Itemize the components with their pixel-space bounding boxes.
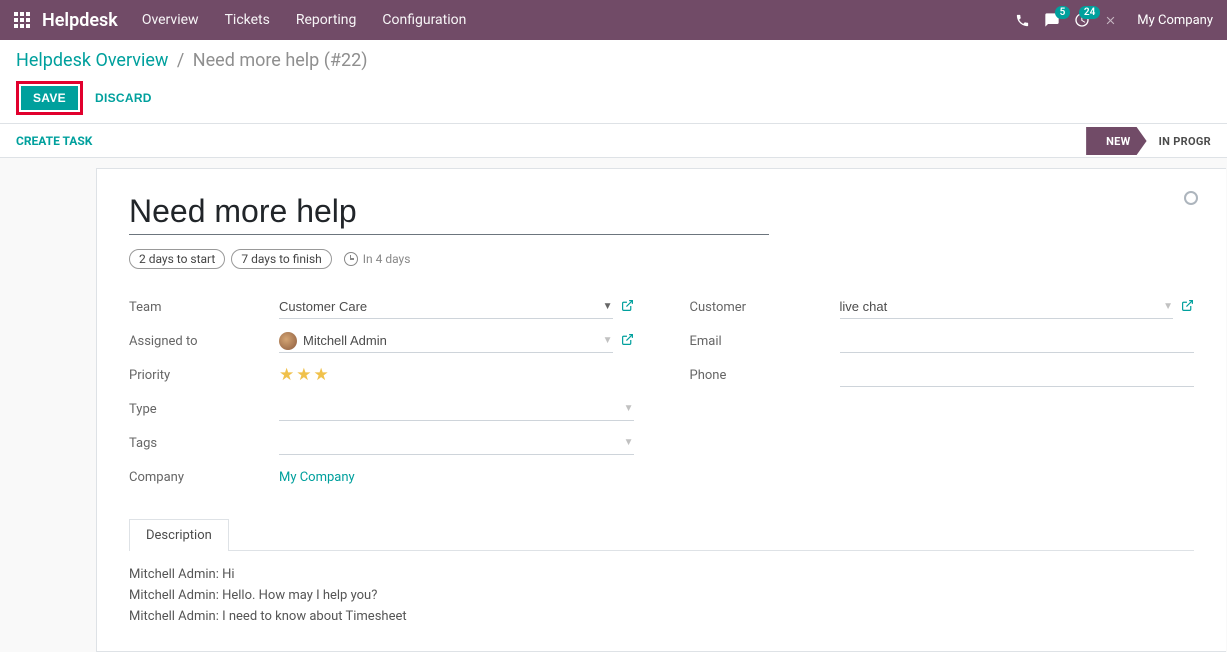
breadcrumb: Helpdesk Overview / Need more help (#22) [16,50,1211,71]
discard-button[interactable]: DISCARD [95,91,152,105]
breadcrumb-parent[interactable]: Helpdesk Overview [16,50,168,71]
stage-bar: NEW IN PROGR [1094,124,1227,158]
menu-configuration[interactable]: Configuration [382,12,466,28]
stage-new[interactable]: NEW [1086,127,1146,155]
status-bar: CREATE TASK NEW IN PROGR [0,124,1227,158]
top-menu: Overview Tickets Reporting Configuration [142,12,467,28]
avatar [279,332,297,350]
team-input[interactable] [279,299,603,314]
type-label: Type [129,402,279,417]
kanban-state-icon[interactable] [1184,191,1198,205]
apps-icon[interactable] [14,12,30,28]
menu-overview[interactable]: Overview [142,12,199,28]
desc-line: Mitchell Admin: Hi [129,565,1194,586]
sla-finish-pill[interactable]: 7 days to finish [231,249,331,269]
form-sheet: 2 days to start 7 days to finish In 4 da… [96,168,1226,652]
chat-icon[interactable]: 5 [1044,12,1060,28]
chevron-down-icon[interactable]: ▼ [624,403,634,414]
assigned-field[interactable]: ▼ [279,329,613,353]
assigned-input[interactable] [303,333,603,348]
chat-badge: 5 [1055,6,1071,19]
save-button[interactable]: SAVE [21,86,78,110]
app-brand[interactable]: Helpdesk [42,10,118,31]
menu-tickets[interactable]: Tickets [225,12,270,28]
main-navbar: Helpdesk Overview Tickets Reporting Conf… [0,0,1227,40]
star-icon[interactable]: ★ [279,365,294,385]
customer-external-link-icon[interactable] [1181,299,1194,316]
type-input[interactable] [279,401,624,416]
customer-field[interactable]: ▼ [840,295,1174,319]
email-input[interactable] [840,333,1195,348]
email-field[interactable] [840,329,1195,353]
assigned-label: Assigned to [129,334,279,349]
breadcrumb-current: Need more help (#22) [193,50,368,71]
customer-label: Customer [690,300,840,315]
star-icon[interactable]: ★ [314,365,329,385]
ticket-title-input[interactable] [129,193,769,235]
star-icon[interactable]: ★ [296,365,311,385]
email-label: Email [690,334,840,349]
menu-reporting[interactable]: Reporting [296,12,357,28]
activity-icon[interactable]: 24 [1074,12,1090,28]
tab-description[interactable]: Description [129,519,229,551]
phone-label: Phone [690,368,840,383]
tags-input[interactable] [279,435,624,450]
assigned-external-link-icon[interactable] [621,333,634,350]
chevron-down-icon[interactable]: ▼ [603,301,613,312]
phone-icon[interactable] [1015,13,1030,28]
company-label: Company [129,470,279,485]
phone-input[interactable] [840,367,1195,382]
sla-deadline: In 4 days [363,252,411,266]
description-body[interactable]: Mitchell Admin: Hi Mitchell Admin: Hello… [129,565,1194,627]
activity-badge: 24 [1079,6,1100,19]
company-link[interactable]: My Company [279,470,355,485]
clock-icon [344,252,358,266]
create-task-button[interactable]: CREATE TASK [16,134,92,148]
close-tray-icon[interactable] [1104,14,1117,27]
desc-line: Mitchell Admin: I need to know about Tim… [129,607,1194,628]
type-field[interactable]: ▼ [279,397,634,421]
company-switcher[interactable]: My Company [1137,13,1213,28]
stage-in-progress[interactable]: IN PROGR [1139,127,1227,155]
chevron-down-icon[interactable]: ▼ [624,437,634,448]
tags-field[interactable]: ▼ [279,431,634,455]
priority-label: Priority [129,368,279,383]
chevron-down-icon[interactable]: ▼ [1163,301,1173,312]
customer-input[interactable] [840,299,1164,314]
tags-label: Tags [129,436,279,451]
desc-line: Mitchell Admin: Hello. How may I help yo… [129,586,1194,607]
team-field[interactable]: ▼ [279,295,613,319]
team-external-link-icon[interactable] [621,299,634,316]
control-panel: Helpdesk Overview / Need more help (#22)… [0,40,1227,124]
team-label: Team [129,300,279,315]
company-field: My Company [279,465,634,489]
priority-field[interactable]: ★ ★ ★ [279,363,634,387]
save-highlight: SAVE [16,81,83,115]
chevron-down-icon[interactable]: ▼ [603,335,613,346]
sla-start-pill[interactable]: 2 days to start [129,249,225,269]
phone-field[interactable] [840,363,1195,387]
